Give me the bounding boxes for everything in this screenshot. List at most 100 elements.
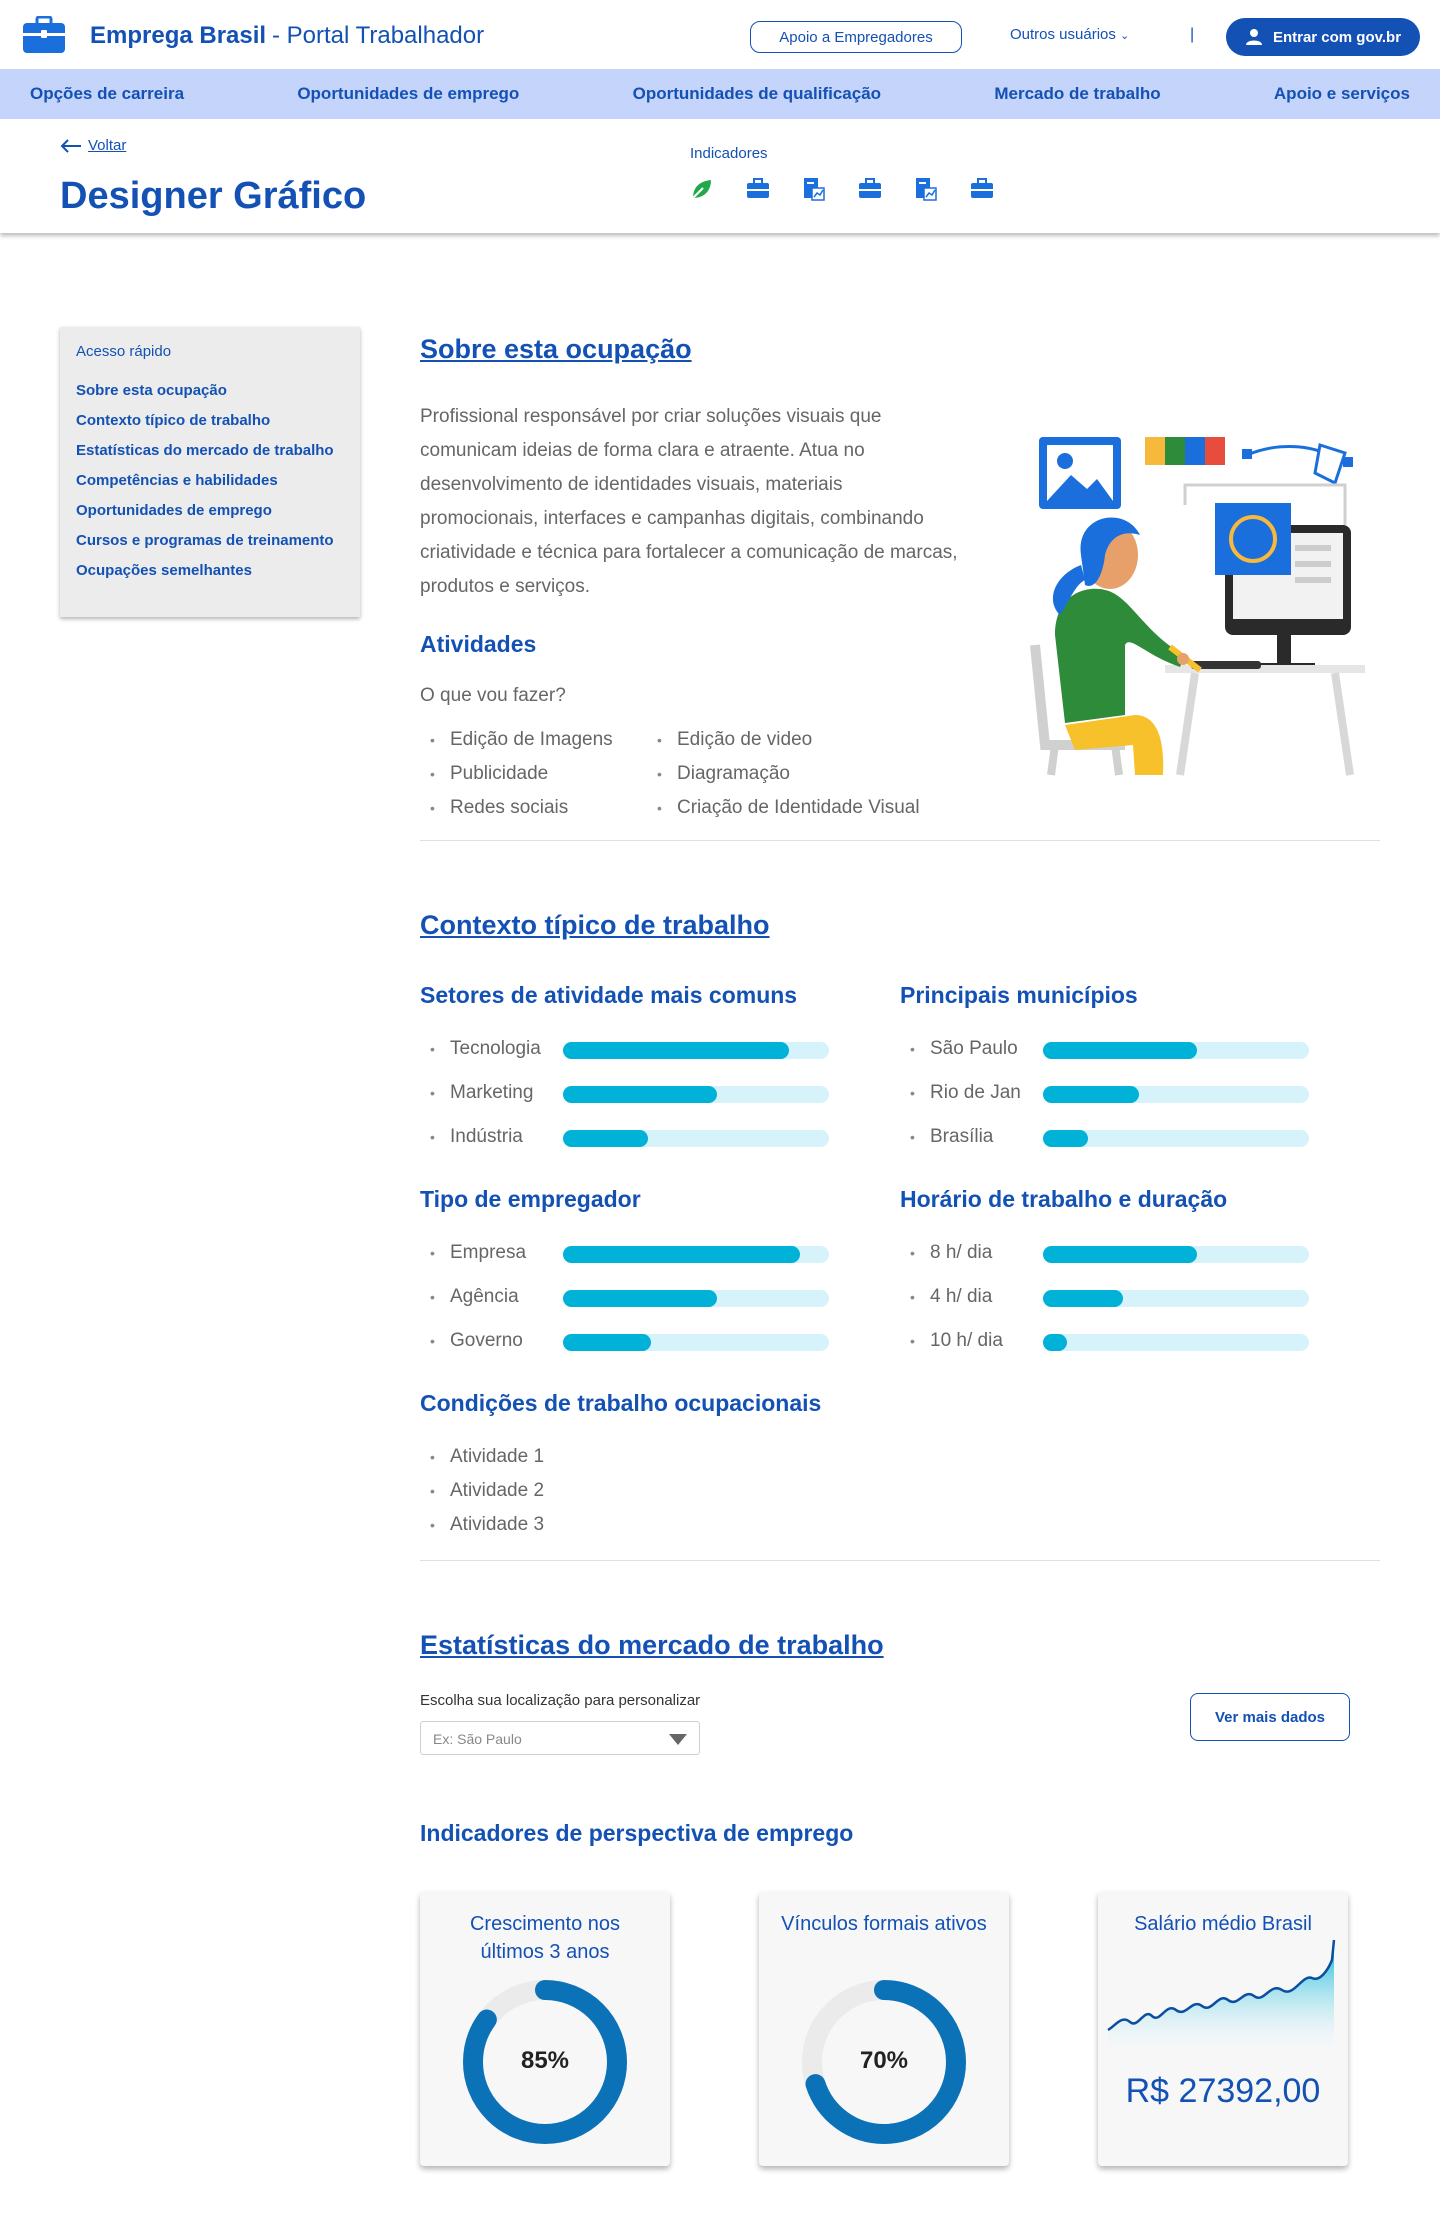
sidebar-item-similar-jobs[interactable]: Ocupações semelhantes (76, 562, 344, 579)
indicators-label: Indicadores (690, 145, 768, 162)
chevron-down-icon: ⌄ (1120, 30, 1130, 42)
bar-row: Rio de Jan (900, 1078, 1320, 1108)
user-icon (1245, 29, 1262, 45)
main-nav: Opções de carreira Oportunidades de empr… (0, 69, 1440, 119)
growth-card-title: Crescimento nos últimos 3 anos (469, 1913, 621, 1963)
statistics-section-title[interactable]: Estatísticas do mercado de trabalho (420, 1630, 884, 1661)
nav-item-career-options[interactable]: Opções de carreira (30, 84, 184, 104)
bar-row: 8 h/ dia (900, 1238, 1320, 1268)
briefcase-icon[interactable] (746, 177, 770, 201)
context-section-title[interactable]: Contexto típico de trabalho (420, 910, 770, 941)
bar-row: Marketing (420, 1078, 840, 1108)
bar-row: 4 h/ dia (900, 1282, 1320, 1312)
indicators-title: Indicadores de perspectiva de emprego (420, 1820, 854, 1846)
more-data-button[interactable]: Ver mais dados (1190, 1693, 1350, 1741)
bar-fill (563, 1290, 717, 1307)
nav-item-qualification[interactable]: Oportunidades de qualificação (633, 84, 881, 104)
bar-row: Governo (420, 1326, 840, 1356)
growth-card: Crescimento nos últimos 3 anos 85% (420, 1892, 670, 2166)
location-select[interactable]: Ex: São Paulo (420, 1721, 700, 1755)
designer-illustration (1015, 415, 1375, 780)
bar-fill (563, 1042, 789, 1059)
bar-label: 4 h/ dia (900, 1282, 992, 1312)
document-chart-icon[interactable] (914, 177, 938, 201)
conditions-list: Atividade 1 Atividade 2 Atividade 3 (420, 1440, 544, 1542)
cities-title: Principais municípios (900, 982, 1138, 1008)
page: Emprega Brasil - Portal Trabalhador Apoi… (0, 0, 1440, 2226)
separator: | (1190, 26, 1195, 43)
list-item: Criação de Identidade Visual (647, 791, 920, 825)
bar-track (563, 1246, 829, 1263)
bar-fill (563, 1334, 651, 1351)
work-hours-title: Horário de trabalho e duração (900, 1186, 1228, 1212)
sidebar-item-about[interactable]: Sobre esta ocupação (76, 382, 344, 399)
login-govbr-button[interactable]: Entrar com gov.br (1226, 18, 1420, 56)
bar-row: Brasília (900, 1122, 1320, 1152)
about-section-title[interactable]: Sobre esta ocupação (420, 334, 692, 365)
sidebar-item-courses[interactable]: Cursos e programas de treinamento (76, 532, 344, 549)
document-chart-icon[interactable] (802, 177, 826, 201)
activities-title: Atividades (420, 631, 537, 657)
bar-row: Empresa (420, 1238, 840, 1268)
sidebar-item-skills[interactable]: Competências e habilidades (76, 472, 344, 489)
employer-type-title: Tipo de empregador (420, 1186, 641, 1212)
bar-fill (1043, 1130, 1088, 1147)
salary-card: Salário médio Brasil R$ 27392,00 (1098, 1892, 1348, 2166)
bar-track (1043, 1290, 1309, 1307)
briefcase-logo-icon[interactable] (22, 16, 66, 54)
list-item: Atividade 3 (420, 1508, 544, 1542)
other-users-dropdown[interactable]: Outros usuários ⌄ (1010, 26, 1129, 43)
indicators-bar (690, 177, 994, 201)
salary-value: R$ 27392,00 (1125, 2072, 1321, 2110)
growth-value: 85% (520, 2047, 570, 2074)
conditions-title: Condições de trabalho ocupacionais (420, 1390, 822, 1416)
briefcase-icon[interactable] (970, 177, 994, 201)
bar-row: Indústria (420, 1122, 840, 1152)
bar-fill (1043, 1334, 1067, 1351)
bar-label: Brasília (900, 1122, 993, 1152)
location-label: Escolha sua localização para personaliza… (420, 1692, 701, 1709)
sectors-title: Setores de atividade mais comuns (420, 982, 798, 1008)
caret-down-icon (669, 1734, 687, 1745)
back-link[interactable]: Voltar (60, 137, 126, 154)
sidebar-item-context[interactable]: Contexto típico de trabalho (76, 412, 344, 429)
nav-item-labor-market[interactable]: Mercado de trabalho (994, 84, 1160, 104)
nav-item-job-opportunities[interactable]: Oportunidades de emprego (297, 84, 519, 104)
list-item: Publicidade (420, 757, 613, 791)
other-users-label: Outros usuários (1010, 26, 1116, 43)
bar-fill (1043, 1086, 1139, 1103)
bar-track (563, 1334, 829, 1351)
bar-label: São Paulo (900, 1034, 1018, 1064)
bar-label: Governo (420, 1326, 523, 1356)
bar-track (563, 1130, 829, 1147)
nav-item-support-services[interactable]: Apoio e serviços (1274, 84, 1410, 104)
back-label: Voltar (88, 137, 127, 154)
bar-fill (1043, 1246, 1197, 1263)
bar-label: Tecnologia (420, 1034, 541, 1064)
bar-fill (1043, 1290, 1123, 1307)
activities-list-1: Edição de Imagens Publicidade Redes soci… (420, 723, 613, 825)
briefcase-icon[interactable] (858, 177, 882, 201)
bar-label: Agência (420, 1282, 519, 1312)
sidebar-item-statistics[interactable]: Estatísticas do mercado de trabalho (76, 442, 344, 459)
bar-fill (1043, 1042, 1197, 1059)
bar-track (563, 1042, 829, 1059)
activities-list-2: Edição de video Diagramação Criação de I… (647, 723, 920, 825)
bar-label: Indústria (420, 1122, 523, 1152)
quick-access-sidebar: Acesso rápido Sobre esta ocupação Contex… (60, 327, 360, 617)
occupation-description: Profissional responsável por criar soluç… (420, 406, 958, 597)
bar-row: Agência (420, 1282, 840, 1312)
bar-label: Rio de Jan (900, 1078, 1021, 1108)
top-bar: Emprega Brasil - Portal Trabalhador Apoi… (0, 0, 1440, 70)
bar-fill (563, 1086, 717, 1103)
bar-track (563, 1290, 829, 1307)
employers-support-button[interactable]: Apoio a Empregadores (750, 21, 962, 53)
sidebar-item-job-opportunities[interactable]: Oportunidades de emprego (76, 502, 344, 519)
bar-label: 8 h/ dia (900, 1238, 992, 1268)
bar-label: 10 h/ dia (900, 1326, 1003, 1356)
bar-track (1043, 1042, 1309, 1059)
list-item: Edição de Imagens (420, 723, 613, 757)
brand-name[interactable]: Emprega Brasil (90, 22, 266, 50)
leaf-icon[interactable] (690, 177, 714, 201)
brand-subtitle: - Portal Trabalhador (272, 22, 485, 49)
